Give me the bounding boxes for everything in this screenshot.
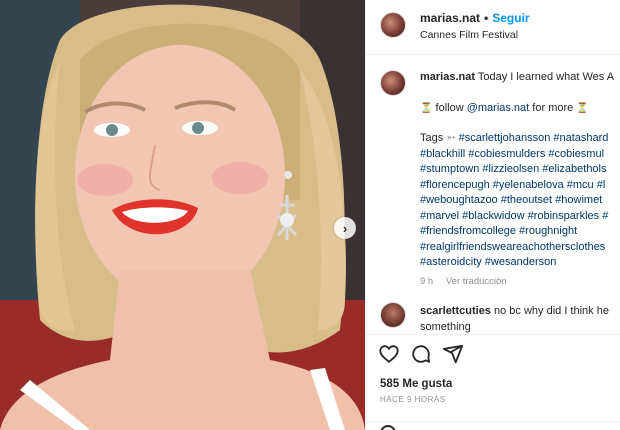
hashtag-line[interactable]: #blackhill #cobiesmulders #cobiesmul xyxy=(420,147,620,163)
caption-body: marias.nat Today I learned what Wes A ⏳ … xyxy=(420,70,620,289)
comment-icon[interactable] xyxy=(410,343,432,365)
caption-meta: 9 h Ver traducción xyxy=(420,274,620,290)
caption-time: 9 h xyxy=(420,275,434,287)
post-photo[interactable]: › xyxy=(0,0,365,430)
comment-username[interactable]: scarlettcuties xyxy=(420,305,491,317)
chevron-right-icon: › xyxy=(342,220,348,236)
post-header: marias.nat • Seguir Cannes Film Festival xyxy=(366,0,620,55)
follow-suffix: for more xyxy=(532,101,574,114)
hashtag-line[interactable]: #stumptown #lizzieolsen #elizabethols xyxy=(420,162,620,178)
tags-line: Tags ➳ #scarlettjohansson #natashard xyxy=(420,131,620,147)
see-translation-link[interactable]: Ver traducción xyxy=(446,276,507,287)
follow-button[interactable]: Seguir xyxy=(492,11,529,25)
header-user-row: marias.nat • Seguir xyxy=(420,11,530,25)
hashtag-line[interactable]: #marvel #blackwidow #robinsparkles # xyxy=(420,209,620,225)
avatar[interactable] xyxy=(380,12,406,38)
avatar[interactable] xyxy=(380,302,406,328)
post-actions: 585 Me gusta HACE 9 HORAS xyxy=(366,334,620,430)
post-location[interactable]: Cannes Film Festival xyxy=(420,29,518,41)
comment-body: scarlettcuties no bc why did I think he … xyxy=(420,304,620,334)
comment-text-continued: something xyxy=(420,320,471,333)
mention-link[interactable]: @marias.nat xyxy=(467,102,530,114)
hourglass-icon: ⏳ xyxy=(576,102,589,114)
caption-text: Today I learned what Wes A xyxy=(477,71,615,83)
caption-first-line: marias.nat Today I learned what Wes A xyxy=(420,70,620,86)
hashtag-line[interactable]: #weboughtazoo #theoutset #howimet xyxy=(420,193,620,209)
next-image-button[interactable]: › xyxy=(334,217,356,239)
separator-dot: • xyxy=(484,11,489,25)
follow-prefix: follow xyxy=(435,101,464,114)
post-timestamp: HACE 9 HORAS xyxy=(380,395,446,404)
hashtag-line[interactable]: #florencepugh #yelenabelova #mcu #l xyxy=(420,178,620,194)
share-icon[interactable] xyxy=(442,343,464,365)
instagram-post-modal: › marias.nat • Seguir Cannes Film Festival… xyxy=(0,0,620,430)
avatar[interactable] xyxy=(380,70,406,96)
comments-list[interactable]: marias.nat Today I learned what Wes A ⏳ … xyxy=(366,56,620,334)
emoji-icon[interactable] xyxy=(380,425,396,430)
caption-follow-line: ⏳ follow @marias.nat for more ⏳ xyxy=(420,101,620,117)
tags-label: Tags xyxy=(420,132,444,144)
like-count[interactable]: 585 Me gusta xyxy=(380,378,452,390)
hashtag-line[interactable]: #friendsfromcollege #roughnight xyxy=(420,224,620,240)
author-username[interactable]: marias.nat xyxy=(420,11,480,25)
hashtag-line[interactable]: #scarlettjohansson #natashard xyxy=(459,132,609,144)
arrow-icon: ➳ xyxy=(446,132,456,144)
heart-icon[interactable] xyxy=(378,343,400,365)
hashtag-line[interactable]: #realgirlfriendsweareachothersclothes xyxy=(420,240,620,256)
hashtag-line[interactable]: #asteroidcity #wesanderson xyxy=(420,255,620,271)
post-side-panel: marias.nat • Seguir Cannes Film Festival m… xyxy=(365,0,620,430)
photo-illustration xyxy=(0,0,365,430)
action-icons xyxy=(378,343,464,365)
divider xyxy=(366,421,620,422)
comment-text: no bc why did I think he xyxy=(494,305,609,317)
hourglass-icon: ⏳ xyxy=(420,102,433,114)
caption-username[interactable]: marias.nat xyxy=(420,71,475,83)
